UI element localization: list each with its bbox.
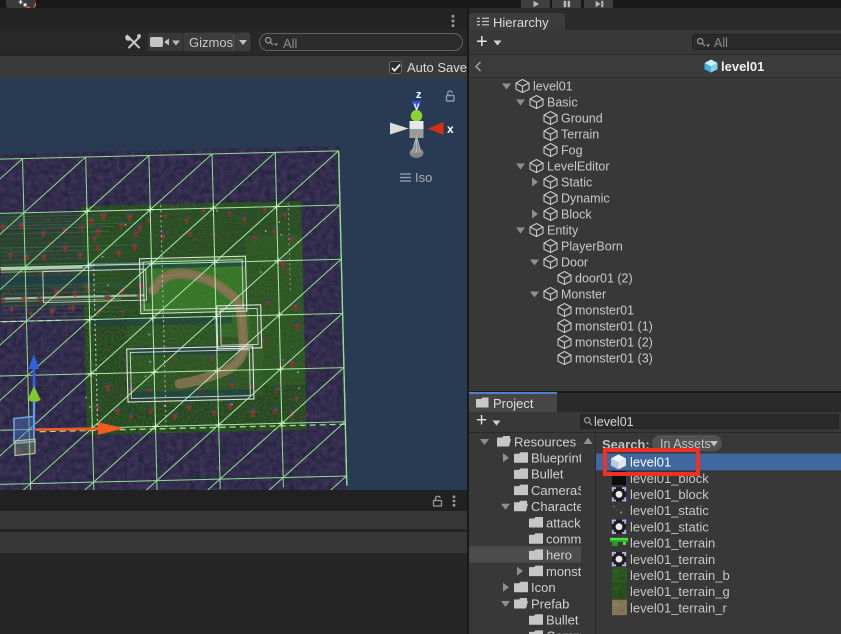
svg-text:level01_terrain_g: level01_terrain_g xyxy=(630,584,730,599)
svg-text:hero: hero xyxy=(546,548,572,563)
svg-text:door01 (2): door01 (2) xyxy=(575,272,633,286)
svg-text:z: z xyxy=(416,89,422,101)
svg-text:Iso: Iso xyxy=(415,170,432,185)
svg-text:attacke: attacke xyxy=(546,515,581,530)
svg-text:Entity: Entity xyxy=(547,224,579,238)
svg-text:level01_static: level01_static xyxy=(630,519,709,534)
svg-text:Ground: Ground xyxy=(561,112,603,126)
svg-text:level01: level01 xyxy=(533,80,573,94)
svg-text:Resources: Resources xyxy=(514,434,577,449)
svg-text:level01_terrain: level01_terrain xyxy=(630,552,715,567)
svg-text:Character: Character xyxy=(531,499,581,514)
svg-text:Terrain: Terrain xyxy=(561,128,599,142)
svg-text:monste: monste xyxy=(546,564,581,579)
svg-text:Commo: Commo xyxy=(546,629,581,634)
svg-text:Blueprint: Blueprint xyxy=(531,451,581,466)
svg-text:level01_static: level01_static xyxy=(630,503,709,518)
svg-text:Door: Door xyxy=(561,256,588,270)
svg-text:Monster: Monster xyxy=(561,288,606,302)
svg-text:monster01 (3): monster01 (3) xyxy=(575,352,653,366)
svg-text:level01_block: level01_block xyxy=(630,487,709,502)
svg-text:level01_terrain_r: level01_terrain_r xyxy=(630,600,728,615)
svg-text:Bullet: Bullet xyxy=(531,467,564,482)
svg-text:LevelEditor: LevelEditor xyxy=(547,160,610,174)
svg-text:Dynamic: Dynamic xyxy=(561,192,610,206)
svg-text:monster01 (1): monster01 (1) xyxy=(575,320,653,334)
svg-text:monster01: monster01 xyxy=(575,304,634,318)
svg-text:commo: commo xyxy=(546,532,581,547)
svg-text:x: x xyxy=(447,122,454,136)
svg-text:Fog: Fog xyxy=(561,144,583,158)
svg-text:monster01 (2): monster01 (2) xyxy=(575,336,653,350)
svg-text:level01_terrain: level01_terrain xyxy=(630,536,715,551)
svg-text:level01_terrain_b: level01_terrain_b xyxy=(630,568,730,583)
svg-text:Icon: Icon xyxy=(531,580,556,595)
svg-text:Block: Block xyxy=(561,208,592,222)
svg-text:CameraSh: CameraSh xyxy=(531,483,581,498)
svg-text:Bullet: Bullet xyxy=(546,613,579,628)
svg-text:Static: Static xyxy=(561,176,592,190)
svg-text:Prefab: Prefab xyxy=(531,596,569,611)
svg-text:Basic: Basic xyxy=(547,96,578,110)
svg-text:PlayerBorn: PlayerBorn xyxy=(561,240,623,254)
